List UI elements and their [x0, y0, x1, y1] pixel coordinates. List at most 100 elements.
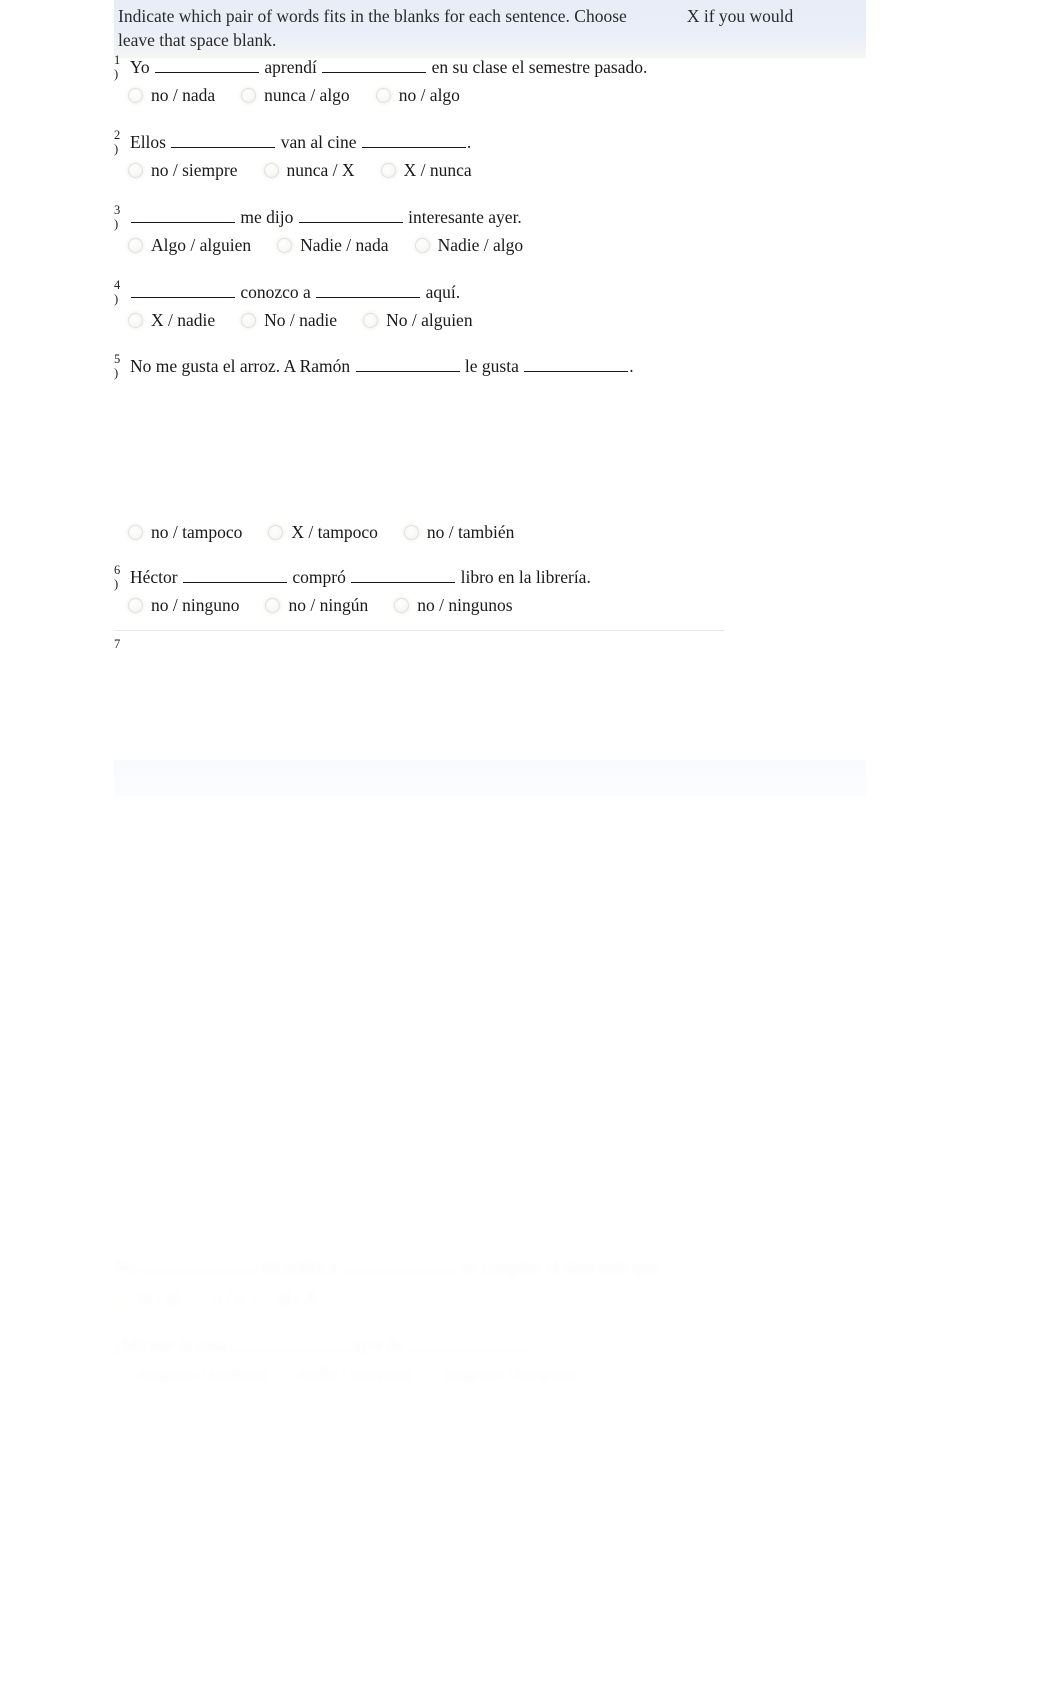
radio-button-icon[interactable] [128, 88, 143, 104]
question-7-stem: 7 [114, 637, 974, 661]
question-2-option-a[interactable]: no / siempre [128, 159, 238, 181]
radio-button-icon[interactable] [240, 918, 256, 935]
question-2-text-a: Ellos [130, 132, 171, 153]
question-4-option-c[interactable]: No / alguien [363, 309, 473, 331]
radio-button-icon[interactable] [380, 163, 396, 179]
question-1-option-b[interactable]: nunca / algo [241, 84, 350, 106]
radio-button-icon[interactable] [114, 993, 130, 1010]
question-4-option-b[interactable]: No / nadie [241, 309, 337, 331]
question-2-blank-2 [361, 131, 466, 149]
question-6-number: 6) [114, 563, 121, 591]
radio-button-icon[interactable] [241, 313, 257, 329]
section-divider [114, 630, 724, 631]
radio-button-icon[interactable] [128, 238, 143, 254]
radio-button-icon[interactable] [114, 1143, 130, 1160]
radio-button-icon[interactable] [240, 993, 256, 1010]
question-1-text-c: en su clase el semestre pasado. [427, 57, 648, 78]
radio-button-icon[interactable] [277, 238, 293, 254]
question-6-option-a[interactable]: no / ninguno [128, 594, 239, 616]
radio-button-icon[interactable] [188, 1290, 205, 1307]
radio-button-icon[interactable] [128, 163, 143, 179]
radio-button-icon[interactable] [265, 598, 281, 614]
question-2-option-c[interactable]: X / nunca [380, 159, 472, 181]
question-5-blank-1 [355, 355, 460, 373]
ghost-question-stem-b: ¿Miraste la casa ayer de [114, 1333, 530, 1356]
question-3-text-b: me dijo [236, 207, 298, 228]
question-4-option-a[interactable]: X / nadie [128, 309, 215, 331]
question-5-options: no / tampoco X / tampoco no / también [114, 520, 974, 543]
radio-button-icon[interactable] [114, 1218, 130, 1235]
radio-button-icon[interactable] [114, 918, 130, 935]
question-2-number: 2) [114, 128, 121, 156]
radio-button-icon[interactable] [274, 1366, 291, 1383]
question-7-number: 7 [114, 637, 121, 651]
question-2-option-b[interactable]: nunca / X [263, 159, 355, 181]
radio-button-icon[interactable] [374, 1143, 390, 1160]
question-6: 6) Héctor compró libro en la librería. no… [114, 563, 974, 616]
radio-button-icon[interactable] [374, 993, 390, 1010]
radio-button-icon[interactable] [114, 1290, 130, 1307]
radio-button-icon[interactable] [268, 525, 284, 541]
question-7: 7 [114, 637, 974, 661]
question-6-stem: 6) Héctor compró libro en la librería. [114, 563, 974, 591]
radio-button-icon[interactable] [252, 1290, 269, 1307]
question-6-option-b[interactable]: no / ningún [265, 594, 368, 616]
question-5-number: 5) [114, 352, 121, 380]
ghost-question-options-b[interactable]: ninguno / también nadie / tampoco ningun… [114, 1363, 576, 1385]
radio-button-icon[interactable] [241, 88, 257, 104]
radio-button-icon[interactable] [240, 1068, 256, 1085]
question-3-stem: 3) me dijo interesante ayer. [114, 204, 974, 231]
question-5-option-c[interactable]: no / también [403, 521, 514, 543]
question-4: 4) conozco a aquí. X / nadie No / nadie No… [114, 278, 974, 331]
ghost-row-6[interactable] [114, 1215, 390, 1236]
question-2-blank-1 [171, 131, 276, 149]
radio-button-icon[interactable] [263, 163, 279, 179]
radio-button-icon[interactable] [128, 598, 143, 614]
question-4-text-b: conozco a [236, 282, 316, 303]
instructions-line-1a: Indicate which pair of words fits in the… [118, 6, 627, 26]
question-3-blank-2 [298, 206, 403, 224]
question-5-option-b[interactable]: X / tampoco [268, 521, 378, 543]
radio-button-icon[interactable] [375, 88, 391, 104]
question-3-option-a[interactable]: Algo / alguien [128, 234, 251, 256]
radio-button-icon[interactable] [114, 1366, 130, 1383]
ghost-row-4[interactable] [114, 1065, 390, 1086]
radio-button-icon[interactable] [374, 843, 390, 860]
radio-button-icon[interactable] [114, 1068, 130, 1085]
radio-button-icon[interactable] [363, 313, 379, 329]
radio-button-icon[interactable] [374, 1068, 390, 1085]
radio-button-icon[interactable] [414, 238, 430, 254]
radio-button-icon[interactable] [374, 1218, 390, 1235]
ghost-row-2[interactable] [114, 915, 390, 936]
radio-button-icon[interactable] [240, 1143, 256, 1160]
question-3-option-b[interactable]: Nadie / nada [277, 234, 389, 256]
question-5-option-a[interactable]: no / tampoco [128, 521, 242, 543]
question-1-option-a[interactable]: no / nada [128, 84, 215, 106]
ghost-question-stem-a: No mi política es congelar el siete más qu… [114, 1255, 658, 1278]
ghost-row-5[interactable] [114, 1140, 390, 1161]
ghost-row-1[interactable] [114, 840, 390, 861]
question-3-option-c[interactable]: Nadie / algo [414, 234, 523, 256]
question-3: 3) me dijo interesante ayer. Algo / algu… [114, 204, 974, 256]
radio-button-icon[interactable] [403, 525, 419, 541]
question-5: 5) No me gusta el arroz. A Ramón le gusta… [114, 352, 974, 380]
ghost-question-options-a[interactable]: ni / ni o / o ni / X [114, 1287, 318, 1309]
question-6-options: no / ninguno no / ningún no / ningunos [114, 593, 974, 616]
question-4-blank-1 [131, 281, 235, 299]
question-3-options: Algo / alguien Nadie / nada Nadie / algo [114, 233, 974, 256]
radio-button-icon[interactable] [420, 1366, 437, 1383]
radio-button-icon[interactable] [394, 598, 410, 614]
radio-button-icon[interactable] [240, 1218, 256, 1235]
radio-button-icon[interactable] [240, 843, 256, 860]
question-1-blank-1 [155, 56, 260, 74]
question-2-options: no / siempre nunca / X X / nunca [114, 158, 974, 181]
radio-button-icon[interactable] [128, 525, 143, 541]
question-6-option-c[interactable]: no / ningunos [394, 594, 513, 616]
radio-button-icon[interactable] [128, 313, 143, 329]
question-5-text-b: le gusta [460, 356, 524, 377]
radio-button-icon[interactable] [374, 918, 390, 935]
radio-button-icon[interactable] [114, 843, 130, 860]
ghost-row-3[interactable] [114, 990, 390, 1011]
question-4-number: 4) [114, 278, 121, 306]
question-1-option-c[interactable]: no / algo [375, 84, 460, 106]
